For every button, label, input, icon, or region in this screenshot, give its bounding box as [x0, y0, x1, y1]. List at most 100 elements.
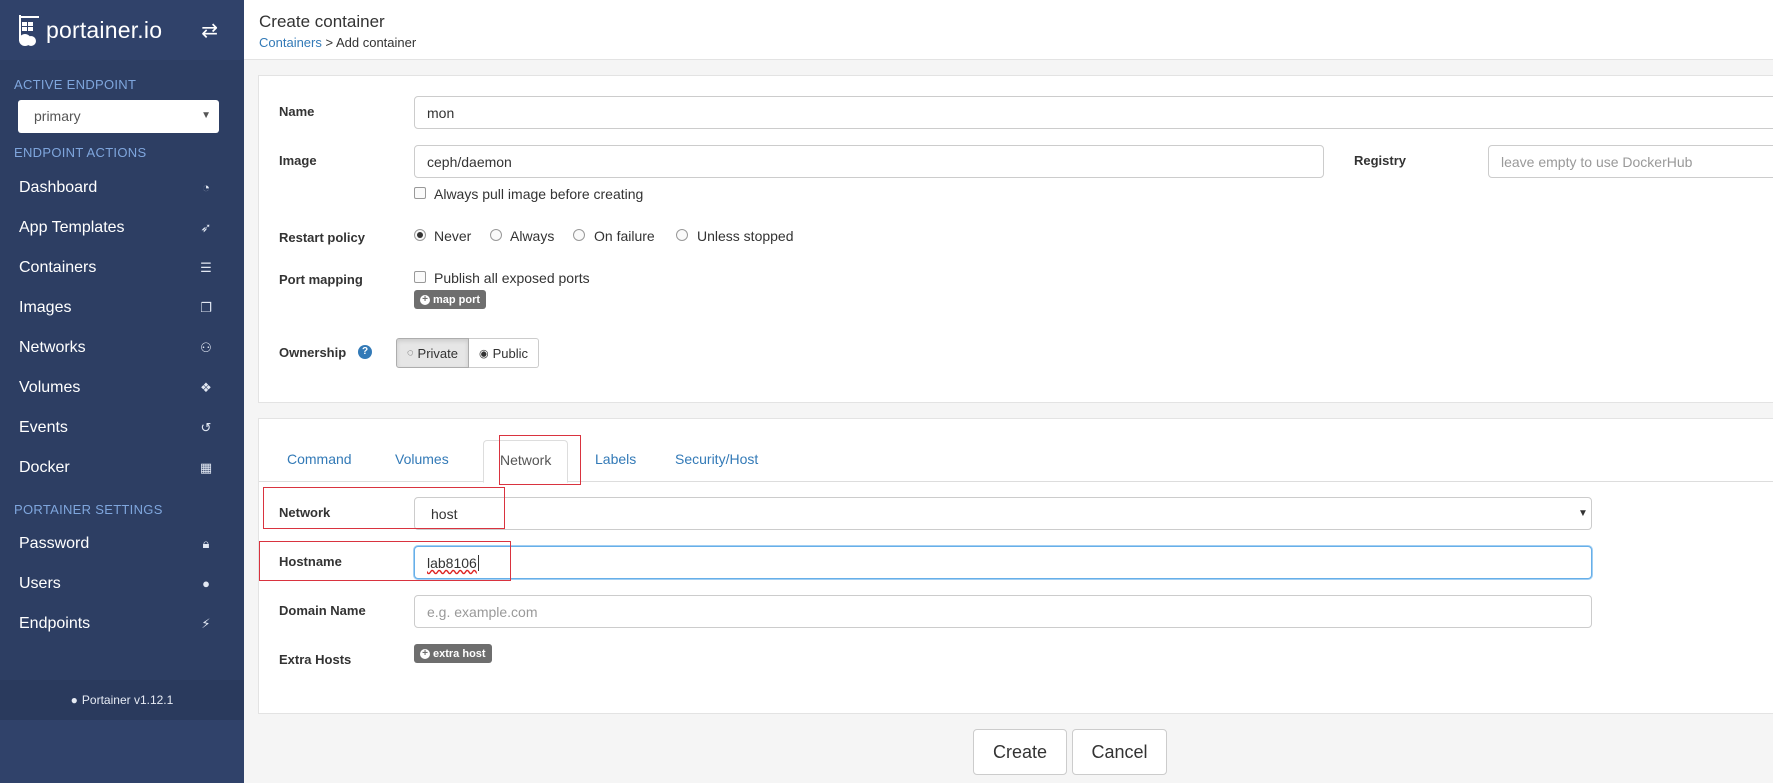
restart-always-radio[interactable] — [490, 229, 502, 241]
sidebar-item-label: Endpoints — [19, 615, 91, 632]
sidebar-item-dashboard[interactable]: Dashboard ◔ — [0, 168, 244, 208]
sidebar-item-endpoints[interactable]: Endpoints ⚡︎ — [0, 604, 244, 644]
tab-labels[interactable]: Labels — [579, 440, 652, 482]
restart-never-radio[interactable] — [414, 229, 426, 241]
sidebar-item-app-templates[interactable]: App Templates ➶ — [0, 208, 244, 248]
extra-host-button[interactable]: + extra host — [414, 644, 492, 663]
sidebar-item-label: Password — [19, 535, 90, 552]
ownership-toggle: ◌ Private ◉ Public — [396, 338, 540, 368]
network-select[interactable]: host — [414, 497, 1592, 530]
name-label: Name — [279, 104, 315, 119]
lock-icon: 🔒︎ — [202, 536, 210, 551]
portainer-settings-heading: PORTAINER SETTINGS — [14, 502, 163, 517]
sidebar-item-label: Containers — [19, 259, 97, 276]
cubes-icon: ❖ — [200, 380, 212, 395]
private-button[interactable]: ◌ Private — [396, 338, 470, 368]
always-pull-checkbox[interactable] — [414, 187, 426, 199]
sidebar-item-networks[interactable]: Networks ⚇ — [0, 328, 244, 368]
restart-on-failure-label: On failure — [594, 228, 655, 244]
registry-input[interactable]: leave empty to use DockerHub — [1488, 145, 1773, 178]
tab-security-host[interactable]: Security/Host — [659, 440, 774, 482]
restart-unless-stopped-radio[interactable] — [676, 229, 688, 241]
restart-always-label: Always — [510, 228, 555, 244]
restart-unless-stopped-label: Unless stopped — [697, 228, 794, 244]
extra-hosts-label: Extra Hosts — [279, 652, 352, 667]
portainer-logo-icon — [19, 15, 39, 46]
restart-policy-label: Restart policy — [279, 230, 365, 245]
sidebar-item-containers[interactable]: Containers ☰ — [0, 248, 244, 288]
private-label: Private — [417, 345, 459, 361]
brand-name: portainer.io — [46, 16, 163, 43]
portainer-logo[interactable]: portainer.io — [16, 13, 162, 47]
version-label: Portainer v1.12.1 — [81, 693, 174, 707]
sidebar-item-label: Networks — [19, 339, 86, 356]
github-icon: ● — [70, 693, 78, 707]
breadcrumb: Containers > Add container — [259, 35, 416, 50]
always-pull-label: Always pull image before creating — [434, 186, 644, 202]
domain-name-input[interactable]: e.g. example.com — [414, 595, 1592, 628]
sidebar-item-volumes[interactable]: Volumes ❖ — [0, 368, 244, 408]
plus-circle-icon: + — [420, 294, 430, 305]
rocket-icon: ➶ — [200, 220, 212, 235]
text-caret — [477, 555, 479, 571]
plus-circle-icon: + — [420, 648, 430, 659]
endpoint-select-value: primary — [34, 108, 81, 124]
tab-network[interactable]: Network — [483, 440, 569, 483]
map-port-button[interactable]: + map port — [414, 290, 487, 309]
sidebar-item-label: Volumes — [19, 379, 81, 396]
name-input[interactable]: mon — [414, 96, 1773, 129]
help-icon[interactable]: ? — [358, 345, 372, 359]
hostname-input[interactable]: lab8106 — [414, 546, 1592, 579]
sidebar-item-label: Users — [19, 575, 61, 592]
hostname-value: lab8106 — [427, 555, 477, 571]
app-window: portainer.io ⇄ ACTIVE ENDPOINT primary ▼… — [0, 0, 1773, 783]
create-button[interactable]: Create — [973, 729, 1067, 775]
hostname-label: Hostname — [279, 554, 342, 569]
sitemap-icon: ⚇ — [200, 340, 212, 355]
cancel-button[interactable]: Cancel — [1072, 729, 1167, 775]
tab-command[interactable]: Command — [271, 440, 368, 482]
version-footer[interactable]: ● Portainer v1.12.1 — [0, 680, 244, 720]
brand-bar: portainer.io ⇄ — [0, 0, 244, 60]
public-label: Public — [492, 345, 529, 361]
publish-all-label: Publish all exposed ports — [434, 270, 590, 286]
chevron-down-icon: ▼ — [201, 110, 211, 121]
ownership-label: Ownership — [279, 345, 347, 360]
registry-label: Registry — [1354, 153, 1407, 168]
network-label: Network — [279, 505, 331, 520]
settings-tabs: Command Volumes Network Labels Security/… — [259, 440, 1773, 483]
active-endpoint-heading: ACTIVE ENDPOINT — [14, 77, 137, 92]
sidebar: portainer.io ⇄ ACTIVE ENDPOINT primary ▼… — [0, 0, 244, 783]
breadcrumb-separator: > — [321, 35, 336, 50]
map-port-label: map port — [433, 293, 481, 306]
toggle-sidebar-icon[interactable]: ⇄ — [201, 18, 218, 43]
endpoint-actions-heading: ENDPOINT ACTIONS — [14, 145, 147, 160]
publish-all-checkbox[interactable] — [414, 271, 426, 283]
tab-volumes[interactable]: Volumes — [379, 440, 465, 482]
page-title: Create container — [259, 12, 385, 31]
server-icon: ☰ — [200, 260, 212, 275]
image-label: Image — [279, 153, 317, 168]
eye-icon: ◉ — [479, 347, 489, 360]
history-icon: ↺ — [200, 420, 212, 435]
page-header: Create container Containers > Add contai… — [244, 0, 1773, 60]
public-button[interactable]: ◉ Public — [469, 338, 540, 368]
sidebar-item-label: Dashboard — [19, 179, 98, 196]
sidebar-item-events[interactable]: Events ↺ — [0, 408, 244, 448]
image-input[interactable]: ceph/daemon — [414, 145, 1324, 178]
sidebar-item-users[interactable]: Users ● — [0, 564, 244, 604]
endpoint-select[interactable]: primary ▼ — [18, 100, 219, 133]
restart-on-failure-radio[interactable] — [573, 229, 585, 241]
domain-name-label: Domain Name — [279, 603, 366, 618]
port-mapping-label: Port mapping — [279, 272, 363, 287]
breadcrumb-containers-link[interactable]: Containers — [259, 35, 322, 50]
plug-icon: ⚡︎ — [201, 616, 211, 631]
dashboard-icon: ◔ — [202, 180, 210, 195]
sidebar-item-docker[interactable]: Docker ▦ — [0, 448, 244, 488]
sidebar-item-password[interactable]: Password 🔒︎ — [0, 524, 244, 564]
extra-host-label: extra host — [433, 647, 486, 660]
sidebar-item-label: Events — [19, 419, 68, 436]
sidebar-item-label: App Templates — [19, 219, 125, 236]
sidebar-item-images[interactable]: Images ❐ — [0, 288, 244, 328]
clone-icon: ❐ — [200, 300, 212, 315]
